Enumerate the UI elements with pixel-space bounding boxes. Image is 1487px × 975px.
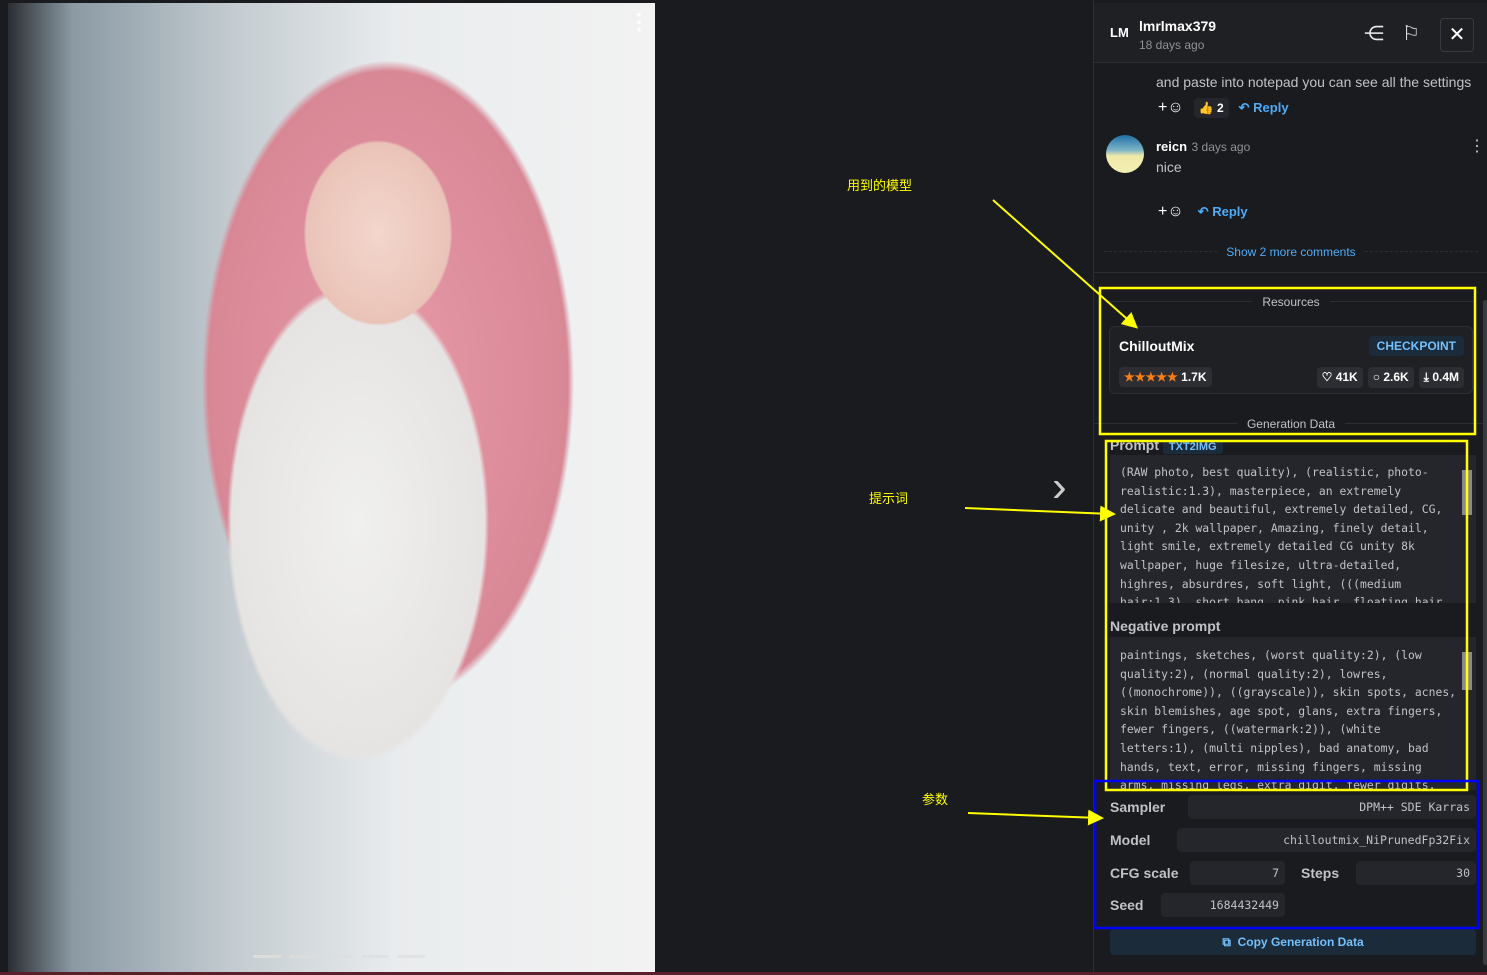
comment-user[interactable]: reicn (1156, 139, 1187, 154)
comment-text: nice (1156, 159, 1182, 175)
comments-count: 2.6K (1383, 370, 1409, 384)
detail-panel: and paste into notepad you can see all t… (1093, 0, 1487, 975)
add-reaction-icon[interactable]: +☺ (1158, 203, 1184, 221)
reply-label: Reply (1212, 204, 1248, 219)
likes-count: 41K (1335, 370, 1358, 384)
page-dot[interactable] (289, 955, 317, 958)
panel-scrollbar[interactable] (1483, 300, 1487, 965)
comment-menu-icon[interactable]: ⋮ (1469, 136, 1485, 156)
steps-label: Steps (1301, 865, 1340, 881)
seed-value: 1684432449 (1161, 893, 1285, 917)
downloads-count: 0.4M (1432, 370, 1459, 384)
downloads-badge: ⤓ 0.4M (1418, 367, 1464, 388)
reply-label: Reply (1253, 100, 1289, 115)
resource-type-badge: CHECKPOINT (1368, 336, 1464, 356)
likes-badge: ♡ 41K (1316, 367, 1363, 388)
reply-button[interactable]: ↶ Reply (1239, 100, 1289, 116)
arrow-params (967, 809, 1104, 826)
arrow-prompt (964, 505, 1116, 522)
post-time: 18 days ago (1139, 38, 1205, 52)
show-more-comments-link[interactable]: Show 2 more comments (1218, 245, 1364, 259)
annotation-prompt: 提示词 (869, 491, 909, 506)
page-dot[interactable] (325, 955, 353, 958)
sampler-value: DPM++ SDE Karras (1188, 795, 1476, 819)
comment-time: 3 days ago (1191, 140, 1251, 154)
negative-scrollbar[interactable] (1462, 652, 1472, 690)
copy-icon: ⧉ (1222, 935, 1231, 949)
rating-badge: ★★★★★ 1.7K (1119, 367, 1212, 387)
prompt-text[interactable]: (RAW photo, best quality), (realistic, p… (1110, 455, 1476, 603)
comments-badge: ○ 2.6K (1367, 367, 1414, 388)
username[interactable]: lmrlmax379 (1139, 18, 1216, 34)
generation-data-heading: Generation Data (1236, 417, 1346, 431)
copy-label: Copy Generation Data (1237, 935, 1364, 949)
copy-generation-data-button[interactable]: ⧉ Copy Generation Data (1110, 929, 1476, 955)
more-options-icon[interactable]: ⋮ (628, 9, 650, 35)
avatar[interactable] (1106, 135, 1144, 173)
resource-name[interactable]: ChilloutMix (1119, 338, 1194, 354)
resources-heading: Resources (1252, 295, 1330, 309)
cfg-value: 7 (1190, 861, 1285, 885)
rating-count: 1.7K (1181, 370, 1207, 384)
seed-label: Seed (1110, 897, 1144, 913)
close-button[interactable]: ✕ (1440, 18, 1474, 52)
prompt-scrollbar[interactable] (1462, 470, 1472, 515)
next-image-chevron-icon[interactable]: › (1052, 462, 1067, 512)
image-pagination (253, 955, 425, 958)
prompt-label-text: Prompt (1110, 437, 1159, 453)
page-dot[interactable] (253, 955, 281, 958)
add-reaction-icon[interactable]: +☺ (1158, 99, 1184, 117)
prompt-label: Prompt TXT2IMG (1110, 437, 1223, 454)
flag-icon[interactable]: ⚐ (1402, 21, 1420, 46)
generated-image: ⋮ (8, 3, 655, 972)
model-label: Model (1110, 832, 1151, 848)
negative-prompt-label: Negative prompt (1110, 618, 1221, 634)
avatar[interactable]: LM (1110, 25, 1129, 40)
reaction-count: 2 (1216, 101, 1224, 115)
annotation-params: 参数 (922, 792, 949, 807)
model-value: chilloutmix_NiPrunedFp32Fix (1177, 828, 1476, 852)
stars-icon: ★★★★★ (1124, 370, 1178, 384)
negative-prompt-text[interactable]: paintings, sketches, (worst quality:2), … (1110, 637, 1476, 790)
resource-card[interactable]: ChilloutMix CHECKPOINT ★★★★★ 1.7K ♡ 41K … (1109, 326, 1473, 394)
share-icon[interactable]: ⋲ (1364, 21, 1384, 46)
txt2img-badge: TXT2IMG (1162, 440, 1223, 454)
reply-button[interactable]: ↶ Reply (1198, 204, 1248, 220)
sampler-label: Sampler (1110, 799, 1166, 815)
page-dot[interactable] (397, 955, 425, 958)
thumbs-up-reaction[interactable]: 👍 2 (1193, 98, 1229, 118)
page-dot[interactable] (361, 955, 389, 958)
steps-value: 30 (1356, 861, 1476, 885)
comment-text: and paste into notepad you can see all t… (1156, 74, 1472, 90)
cfg-label: CFG scale (1110, 865, 1179, 881)
annotation-model: 用到的模型 (847, 178, 913, 193)
panel-header: LM lmrlmax379 18 days ago ⋲ ⚐ ✕ (1094, 3, 1487, 63)
